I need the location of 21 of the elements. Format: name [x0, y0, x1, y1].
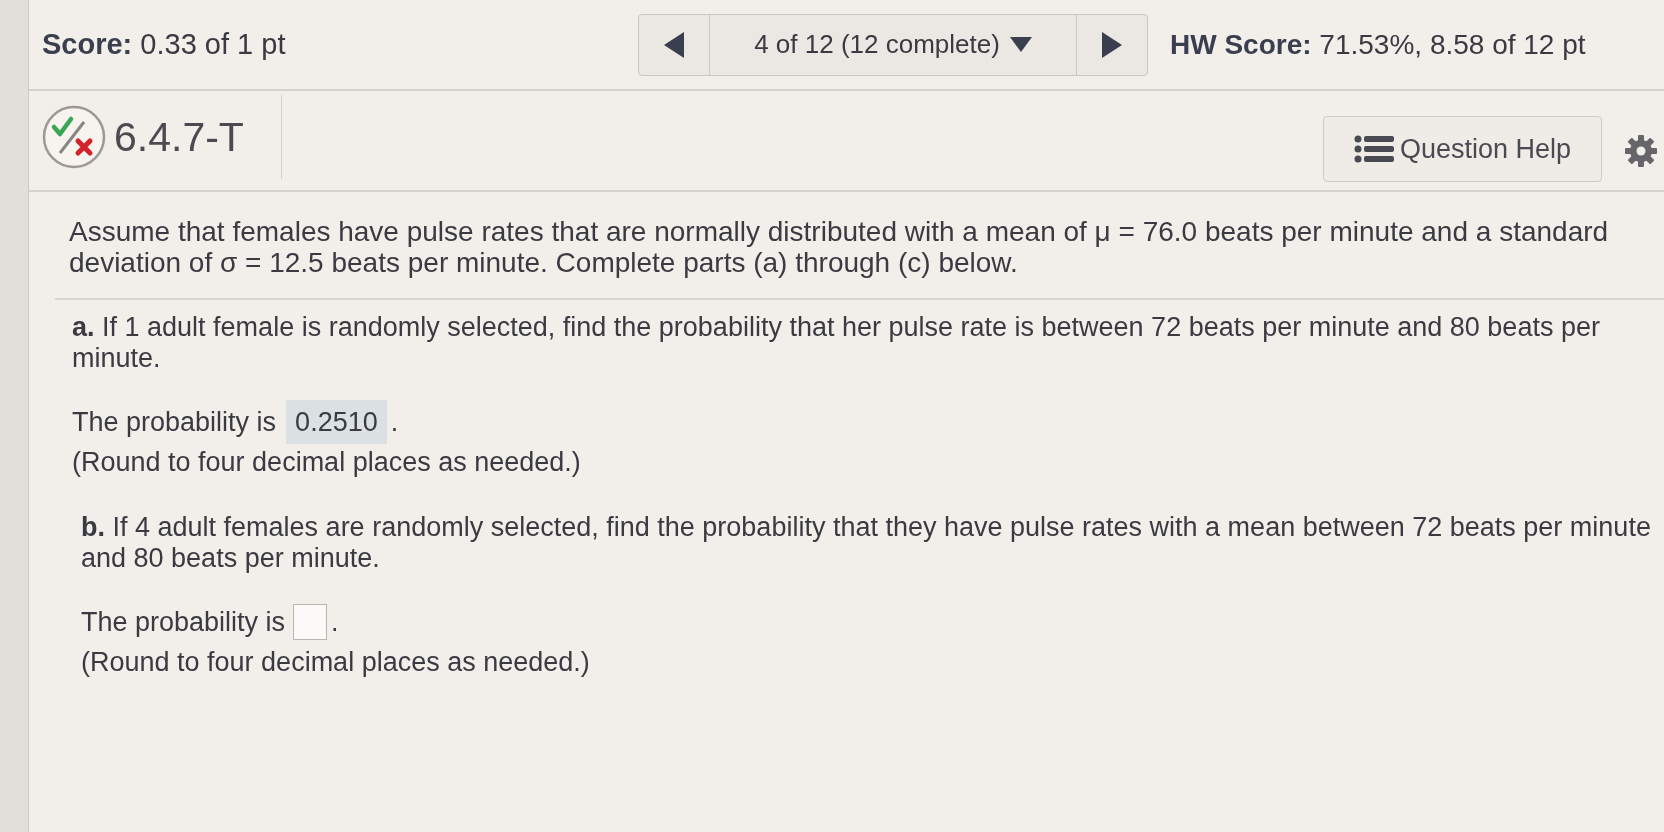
triangle-right-icon	[1102, 31, 1122, 58]
question-dropdown[interactable]: 4 of 12 (12 complete)	[710, 14, 1076, 75]
list-icon	[1353, 135, 1394, 163]
answer-prompt: The probability is	[81, 606, 286, 638]
answer-prompt: The probability is	[72, 406, 277, 438]
settings-icon[interactable]	[1624, 133, 1658, 168]
caret-icon	[1009, 37, 1032, 52]
question-text: a. If 1 adult female is randomly selected, find the probability that her pulse rate is between 72 beats per minute and 80 beats per minute.	[72, 312, 1601, 374]
score-text: Score: 0.33 of 1 pt	[41, 28, 287, 61]
rounding-hint: (Round to four decimal places as needed.)	[81, 646, 591, 678]
problem-statement: Assume that females have pulse rates that are normally distributed with a mean of μ = 76.0 beats per minute and a standard deviation of σ = 12.5 beats per minute. Complete parts (a) through (c) below.	[69, 216, 1610, 278]
question-help-button[interactable]: Question Help	[1323, 116, 1602, 182]
question-text: b. If 4 adult females are randomly selected, find the probability that they have pulse rates with a mean between 72 beats per minute and 80 beats per minute.	[81, 512, 1652, 574]
answer-field[interactable]	[293, 604, 328, 640]
hw-score-text: HW Score: 71.53%, 8.58 of 12 pt	[1170, 28, 1586, 61]
question-number: 6.4.7-T	[114, 113, 244, 161]
rounding-hint: (Round to four decimal places as needed.)	[72, 446, 582, 478]
period-text: .	[331, 606, 339, 638]
answer-field[interactable]: 0.2510	[286, 400, 387, 444]
period-text: .	[390, 406, 399, 438]
triangle-left-icon	[664, 31, 684, 58]
